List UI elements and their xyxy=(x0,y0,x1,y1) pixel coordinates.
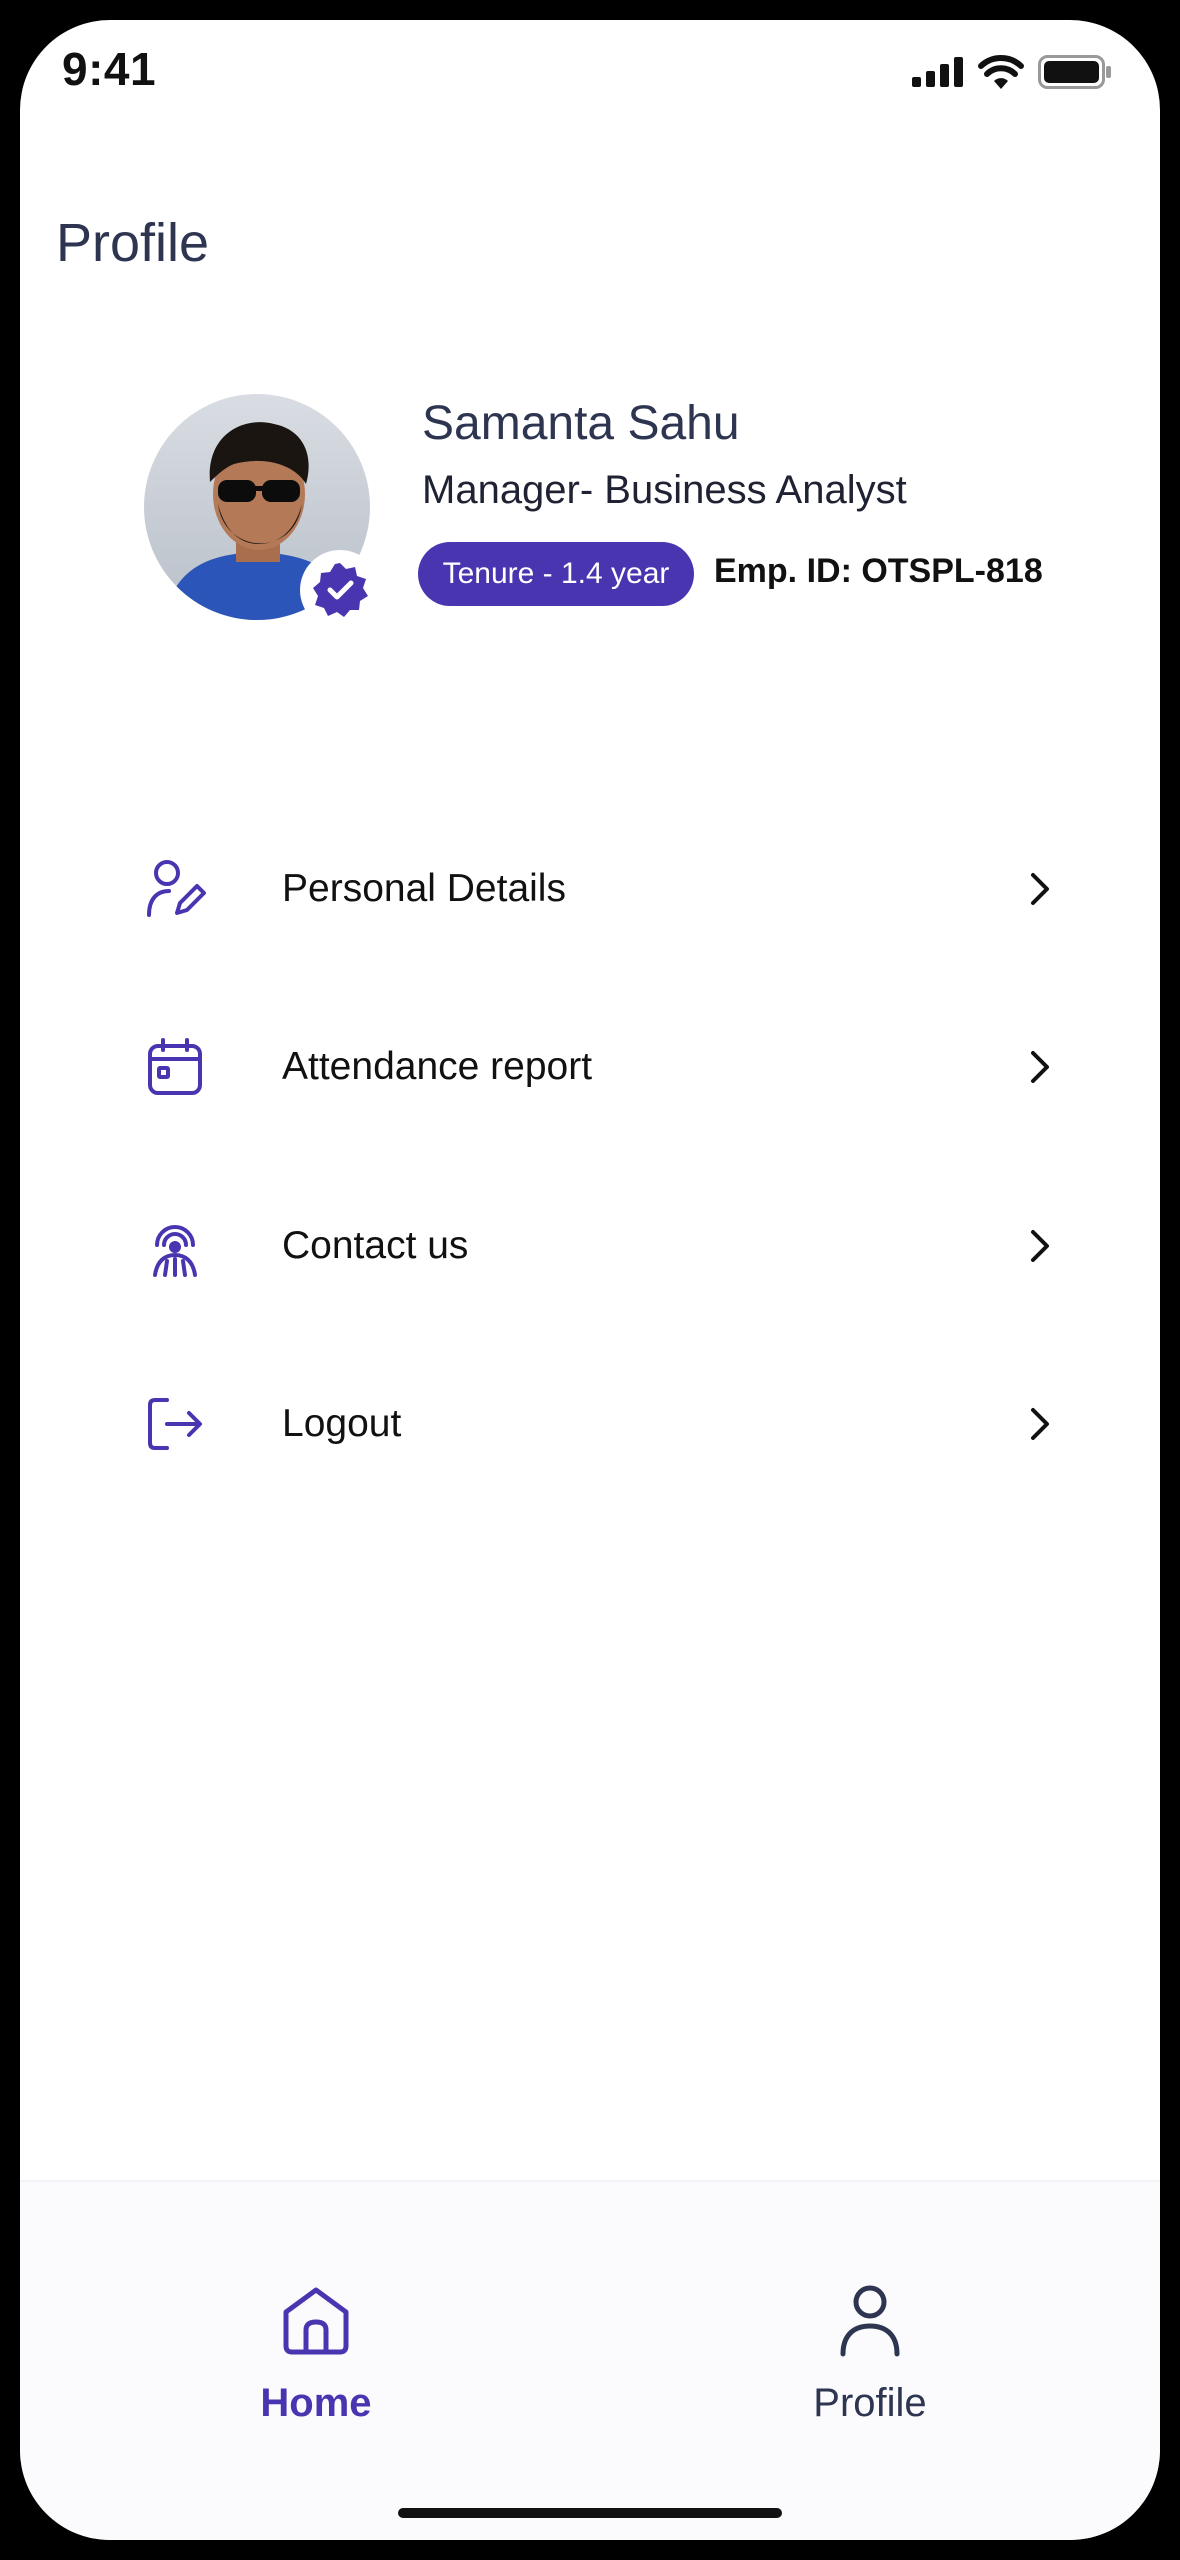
employee-id: Emp. ID: OTSPL-818 xyxy=(714,552,1043,590)
tenure-badge: Tenure - 1.4 year xyxy=(418,542,694,606)
menu-item-attendance-report[interactable]: Attendance report xyxy=(140,1012,1060,1122)
verified-badge-icon xyxy=(300,550,380,630)
cellular-signal-icon xyxy=(912,57,963,87)
status-icons xyxy=(912,50,1112,94)
phone-screen: 9:41 Profile Samanta Sahu Manager- Busin… xyxy=(20,20,1160,2540)
profile-name: Samanta Sahu xyxy=(422,397,740,450)
status-time: 9:41 xyxy=(62,43,157,95)
menu-item-logout[interactable]: Logout xyxy=(140,1369,1060,1479)
chevron-right-icon xyxy=(1020,869,1060,909)
menu-item-label: Attendance report xyxy=(282,1045,593,1088)
calendar-icon xyxy=(140,1032,210,1102)
menu-item-label: Logout xyxy=(282,1402,402,1445)
tab-label: Profile xyxy=(813,2381,927,2425)
battery-icon xyxy=(1038,55,1111,89)
home-indicator[interactable] xyxy=(398,2508,782,2518)
tab-home[interactable]: Home xyxy=(196,2282,436,2462)
logout-icon xyxy=(140,1389,210,1459)
menu-item-label: Contact us xyxy=(282,1224,469,1267)
tab-label: Home xyxy=(260,2381,372,2425)
avatar-container[interactable] xyxy=(144,394,380,630)
menu-item-personal-details[interactable]: Personal Details xyxy=(140,834,1060,944)
page-title: Profile xyxy=(56,213,210,273)
chevron-right-icon xyxy=(1020,1404,1060,1444)
bottom-navigation: Home Profile xyxy=(20,2180,1160,2540)
home-icon xyxy=(278,2282,354,2363)
support-agent-icon xyxy=(140,1211,210,1281)
profile-role: Manager- Business Analyst xyxy=(422,468,907,512)
menu-item-label: Personal Details xyxy=(282,867,566,910)
chevron-right-icon xyxy=(1020,1047,1060,1087)
user-edit-icon xyxy=(140,854,210,924)
chevron-right-icon xyxy=(1020,1226,1060,1266)
tab-profile[interactable]: Profile xyxy=(750,2282,990,2462)
menu-item-contact-us[interactable]: Contact us xyxy=(140,1191,1060,1301)
wifi-icon xyxy=(978,55,1024,89)
person-icon xyxy=(835,2282,905,2363)
